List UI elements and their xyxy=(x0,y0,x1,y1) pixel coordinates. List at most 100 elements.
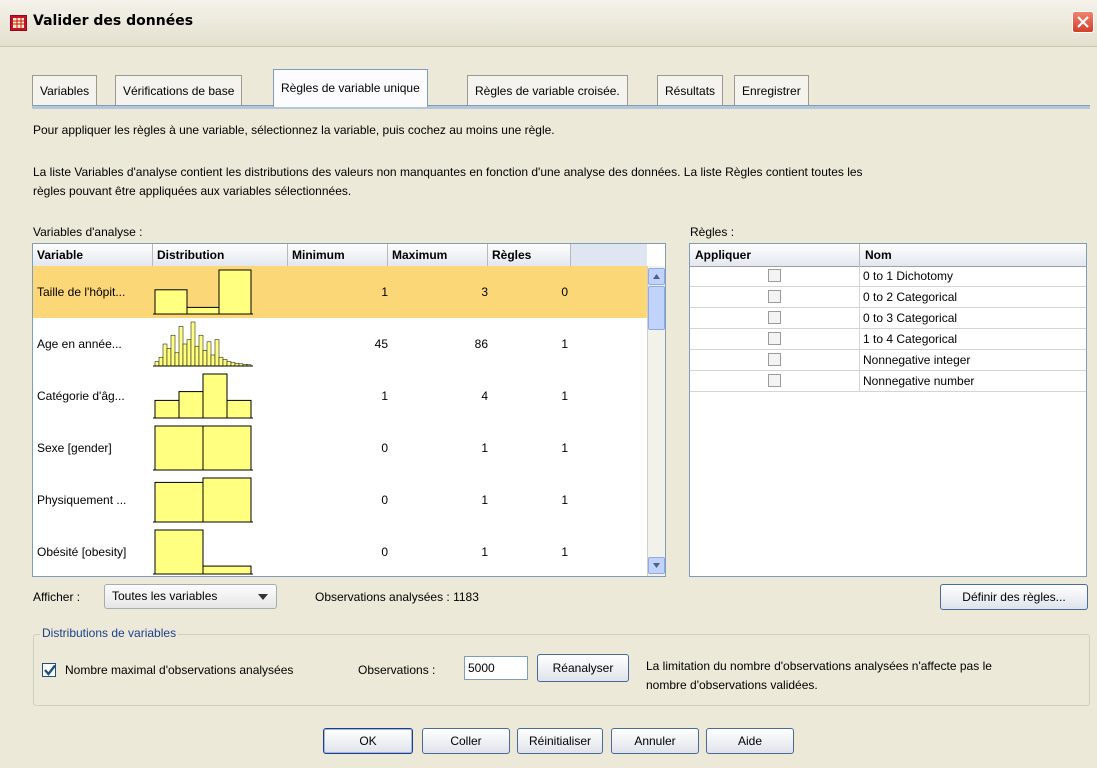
instruction-text: Pour appliquer les règles à une variable… xyxy=(33,123,555,137)
histogram-bar xyxy=(178,391,204,419)
histogram-bar xyxy=(186,306,220,315)
variable-name: Age en année... xyxy=(37,337,122,351)
histogram-bar xyxy=(210,354,216,367)
tab-results[interactable]: Résultats xyxy=(657,75,724,105)
tab-basic-checks[interactable]: Vérifications de base xyxy=(115,75,243,105)
maximum-value: 3 xyxy=(481,285,488,299)
cancel-button[interactable]: Annuler xyxy=(611,728,699,754)
table-row[interactable]: Obésité [obesity] 0 1 1 xyxy=(33,526,647,576)
col-apply[interactable]: Appliquer xyxy=(690,244,860,266)
col-minimum[interactable]: Minimum xyxy=(288,244,388,266)
histogram-bar xyxy=(154,529,204,575)
distributions-group-title: Distributions de variables xyxy=(40,626,179,640)
variables-table: Variable Distribution Minimum Maximum Rè… xyxy=(32,243,666,577)
rule-name: 0 to 2 Categorical xyxy=(863,290,958,304)
distribution-histogram xyxy=(153,269,253,315)
limit-note-line-1: La limitation du nombre d'observations a… xyxy=(646,659,992,673)
rule-row[interactable]: 0 to 2 Categorical xyxy=(690,287,1086,308)
col-distribution[interactable]: Distribution xyxy=(153,244,288,266)
maximum-value: 4 xyxy=(481,389,488,403)
col-maximum[interactable]: Maximum xyxy=(388,244,488,266)
apply-rule-checkbox[interactable] xyxy=(768,374,781,387)
max-observations-checkbox[interactable] xyxy=(42,663,56,677)
apply-rule-checkbox[interactable] xyxy=(768,311,781,324)
apply-rule-checkbox[interactable] xyxy=(768,290,781,303)
histogram-bar xyxy=(226,399,252,419)
tab-single-variable-rules[interactable]: Règles de variable unique xyxy=(273,69,428,107)
variable-name: Physiquement ... xyxy=(37,493,127,507)
apply-rule-checkbox[interactable] xyxy=(768,269,781,282)
spss-data-grid-icon xyxy=(10,15,27,31)
maximum-value: 1 xyxy=(481,545,488,559)
variables-table-header: Variable Distribution Minimum Maximum Rè… xyxy=(33,244,647,267)
close-icon[interactable] xyxy=(1072,11,1094,33)
rule-name: Nonnegative number xyxy=(863,374,975,388)
ok-button[interactable]: OK xyxy=(323,728,413,754)
tab-save[interactable]: Enregistrer xyxy=(734,75,809,105)
rule-name: Nonnegative integer xyxy=(863,353,971,367)
histogram-bar xyxy=(222,359,228,367)
apply-cell xyxy=(690,287,860,307)
rule-row[interactable]: 0 to 1 Dichotomy xyxy=(690,266,1086,287)
maximum-value: 1 xyxy=(481,493,488,507)
variables-scrollbar[interactable] xyxy=(647,266,665,576)
maximum-value: 86 xyxy=(474,337,488,351)
histogram-bar xyxy=(194,345,200,367)
rule-row[interactable]: 1 to 4 Categorical xyxy=(690,329,1086,350)
rules-count: 1 xyxy=(561,337,568,351)
rule-row[interactable]: Nonnegative number xyxy=(690,371,1086,392)
histogram-bar xyxy=(154,289,188,315)
rules-count: 0 xyxy=(561,285,568,299)
table-row[interactable]: Physiquement ... 0 1 1 xyxy=(33,474,647,526)
table-row[interactable]: Sexe [gender] 0 1 1 xyxy=(33,422,647,474)
define-rules-button[interactable]: Définir des règles... xyxy=(940,584,1088,610)
scroll-down-icon[interactable] xyxy=(648,557,665,574)
max-observations-label[interactable]: Nombre maximal d'observations analysées xyxy=(65,661,293,679)
rule-row[interactable]: Nonnegative integer xyxy=(690,350,1086,371)
observations-input[interactable]: 5000 xyxy=(464,656,528,680)
validate-data-dialog: Valider des données Variables Vérificati… xyxy=(0,0,1097,768)
rules-table-header: Appliquer Nom xyxy=(690,244,1086,267)
apply-cell xyxy=(690,350,860,370)
histogram-bar xyxy=(198,334,204,367)
histogram-bar xyxy=(226,361,232,367)
histogram-bar xyxy=(170,334,176,367)
scrollbar-thumb[interactable] xyxy=(648,286,665,330)
reset-button[interactable]: Réinitialiser xyxy=(517,728,603,754)
minimum-value: 1 xyxy=(381,389,388,403)
apply-cell xyxy=(690,266,860,286)
apply-cell xyxy=(690,371,860,391)
table-row[interactable]: Catégorie d'âg... 1 4 1 xyxy=(33,370,647,422)
limit-note-line-2: nombre d'observations validées. xyxy=(646,678,818,692)
rules-panel-label: Règles : xyxy=(690,225,735,239)
minimum-value: 45 xyxy=(374,337,388,351)
distribution-histogram xyxy=(153,529,253,575)
apply-rule-checkbox[interactable] xyxy=(768,332,781,345)
histogram-bar xyxy=(154,399,180,419)
col-name[interactable]: Nom xyxy=(860,244,1086,266)
display-filter-select[interactable]: Toutes les variables xyxy=(104,584,277,609)
rule-row[interactable]: 0 to 3 Categorical xyxy=(690,308,1086,329)
observations-label: Observations : xyxy=(358,663,436,677)
minimum-value: 0 xyxy=(381,493,388,507)
col-rules[interactable]: Règles xyxy=(488,244,571,266)
paste-button[interactable]: Coller xyxy=(422,728,510,754)
variable-name: Catégorie d'âg... xyxy=(37,389,125,403)
scroll-up-icon[interactable] xyxy=(648,268,665,285)
table-row[interactable]: Taille de l'hôpit... 1 3 0 xyxy=(33,266,647,318)
histogram-bar xyxy=(202,477,252,523)
histogram-bar xyxy=(154,361,160,367)
rescan-button[interactable]: Réanalyser xyxy=(537,654,629,682)
apply-rule-checkbox[interactable] xyxy=(768,353,781,366)
histogram-bar xyxy=(202,565,252,575)
col-variable[interactable]: Variable xyxy=(33,244,153,266)
histogram-bar xyxy=(190,321,196,367)
help-button[interactable]: Aide xyxy=(706,728,794,754)
tab-cross-variable-rules[interactable]: Règles de variable croisée. xyxy=(467,75,628,105)
table-row[interactable]: Age en année... 45 86 1 xyxy=(33,318,647,370)
header-filler xyxy=(571,244,647,266)
histogram-bar xyxy=(230,362,236,367)
tab-variables[interactable]: Variables xyxy=(32,75,98,105)
histogram-bar xyxy=(206,341,212,367)
distribution-histogram xyxy=(153,477,253,523)
